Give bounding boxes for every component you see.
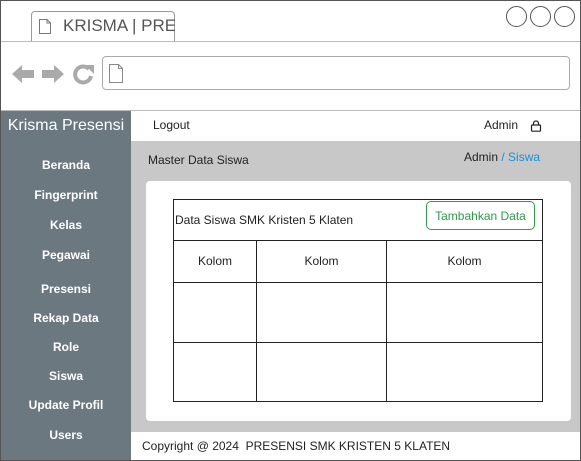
tab-title: KRISMA | PRESENSI (63, 16, 175, 35)
footer: Copyright @ 2024 PRESENSI SMK KRISTEN 5 … (131, 432, 580, 460)
sidebar-item-kelas[interactable]: Kelas (1, 218, 131, 232)
window-button-minimize[interactable] (506, 6, 527, 27)
tab-bar: KRISMA | PRESENSI (1, 1, 580, 42)
browser-window: KRISMA | PRESENSI Krisma Presensi Logout… (0, 0, 581, 461)
sidebar-item-role[interactable]: Role (1, 340, 131, 354)
main-content: Master Data Siswa Admin / Siswa Data Sis… (131, 141, 580, 432)
data-table: Data Siswa SMK Kristen 5 Klaten Tambahka… (173, 199, 543, 402)
browser-tab[interactable]: KRISMA | PRESENSI (31, 11, 175, 41)
browser-toolbar (1, 42, 580, 111)
sidebar-item-update-profil[interactable]: Update Profil (1, 398, 131, 412)
table-divider (174, 342, 542, 343)
address-bar[interactable] (102, 56, 570, 90)
table-header-cell: Kolom (197, 254, 232, 268)
sidebar-item-siswa[interactable]: Siswa (1, 369, 131, 383)
table-header-cell: Kolom (447, 254, 482, 268)
reload-icon[interactable] (72, 63, 96, 85)
sidebar: Beranda Fingerprint Kelas Pegawai Presen… (1, 141, 131, 460)
forward-arrow-icon[interactable] (41, 63, 65, 85)
breadcrumb-separator: / (498, 150, 509, 164)
breadcrumb-current: Siswa (508, 150, 541, 164)
back-arrow-icon[interactable] (11, 63, 35, 85)
breadcrumb: Admin / Siswa (464, 150, 540, 164)
sidebar-item-fingerprint[interactable]: Fingerprint (1, 188, 131, 202)
sidebar-item-rekap-data[interactable]: Rekap Data (1, 311, 131, 325)
logout-link[interactable]: Logout (153, 118, 190, 132)
table-divider (174, 282, 542, 283)
app-brand[interactable]: Krisma Presensi (1, 111, 131, 141)
footer-copyright: Copyright @ 2024 PRESENSI SMK KRISTEN 5 … (142, 439, 451, 453)
document-icon (39, 19, 51, 34)
window-button-close[interactable] (554, 6, 575, 27)
table-divider (174, 240, 542, 241)
window-button-maximize[interactable] (530, 6, 551, 27)
page-title: Master Data Siswa (148, 153, 249, 167)
page-icon (109, 64, 123, 83)
sidebar-item-pegawai[interactable]: Pegawai (1, 248, 131, 262)
sidebar-item-beranda[interactable]: Beranda (1, 158, 131, 172)
table-caption: Data Siswa SMK Kristen 5 Klaten (175, 213, 354, 227)
top-navbar: Logout Admin (131, 111, 580, 142)
content-card: Data Siswa SMK Kristen 5 Klaten Tambahka… (146, 181, 571, 421)
sidebar-item-presensi[interactable]: Presensi (1, 282, 131, 296)
table-header-cell: Kolom (304, 254, 339, 268)
breadcrumb-root[interactable]: Admin (464, 150, 498, 164)
lock-user-icon[interactable] (530, 120, 542, 132)
user-name[interactable]: Admin (484, 118, 518, 132)
add-data-button[interactable]: Tambahkan Data (426, 201, 535, 230)
sidebar-item-users[interactable]: Users (1, 428, 131, 442)
